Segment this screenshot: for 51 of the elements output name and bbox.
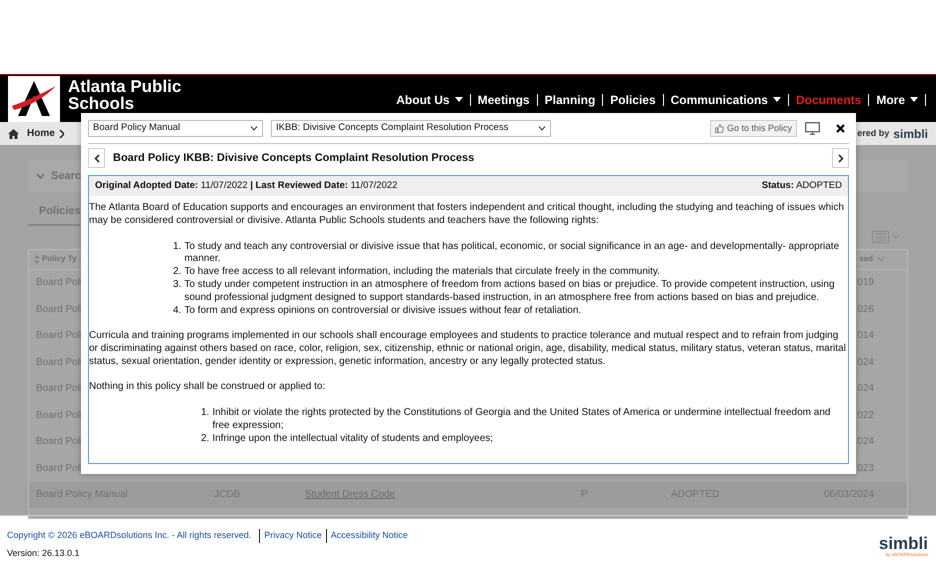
nav-link[interactable]: About Us [389, 94, 470, 106]
chevron-icon [36, 173, 45, 179]
nav-link[interactable]: Communications [662, 94, 788, 106]
nav-link[interactable]: Documents [788, 94, 868, 106]
paragraph: The Atlanta Board of Education supports and encourages an environment that fosters independent and critical thought, including the studying and teaching of issues which may be considered controversial or divisive. Atlanta Public Schools students and teachers have the following rights: [89, 202, 845, 228]
copyright-link[interactable]: Copyright © 2026 eBOARDsolutions Inc. - All rights reserved. [7, 529, 252, 542]
list-number: 1. [173, 240, 182, 254]
caret-icon [538, 126, 546, 131]
list-item: To have free access to all relevant information, including the materials that circulate freely in the community. [184, 266, 660, 280]
policy-title: Board Policy IKBB: Divisive Concepts Complaint Resolution Process [113, 150, 474, 166]
thumbs-up-icon [714, 124, 724, 133]
site-title: Schools [68, 95, 136, 112]
list-number: 2. [173, 266, 182, 280]
list-item: To study under competent instruction in an atmosphere of freedom from actions based on bias or prejudice. To provide competent instruction, using sound professional judgment designed to support standards-based instruction, in an atmosphere free from actions based on bias and prejudice. [184, 279, 836, 305]
nav-link[interactable]: Planning [536, 94, 602, 106]
powered-by-text: ered by [857, 126, 890, 140]
next-button[interactable] [832, 148, 849, 168]
list-item: Infringe upon the intellectual vitality of students and employees; [212, 432, 494, 446]
previous-button[interactable] [88, 148, 105, 168]
manual-select[interactable]: Board Policy Manual [88, 120, 263, 137]
dates-text: Original Adopted Date: 11/07/2022 | Last Reviewed Date: 11/07/2022 [95, 179, 398, 193]
close-icon[interactable] [836, 124, 845, 133]
site-title: Atlanta Public [68, 78, 182, 95]
nav-link[interactable]: Policies [602, 94, 663, 106]
footer-link[interactable]: Accessibility Notice [326, 529, 408, 542]
caret-icon [250, 126, 258, 131]
nav-link[interactable]: More [868, 94, 926, 106]
list-number: 3. [173, 279, 182, 292]
list-number: 2. [201, 432, 210, 446]
paragraph: Curricula and training programs implemented in our schools shall encourage employees and students to practice tolerance and mutual respect and to refrain from judging or discriminating against others based on race, color, religion, sex, citizenship, ethnic or national origin, age, disability, medical status, military status, veteran status, marital status, sexual orientation, gender identity or expression, genetic information, ancestry or any legally protected status. [89, 330, 847, 369]
caret-icon [877, 256, 885, 262]
home-icon [8, 128, 19, 138]
paragraph: Nothing in this policy shall be construed or applied to: [89, 381, 326, 394]
version-text: Version: 26.13.0.1 [7, 546, 81, 560]
chevron-left-icon [94, 154, 100, 162]
chevron-icon [58, 130, 64, 138]
brand-logo: simbli [893, 126, 928, 142]
search-label: Searc [51, 168, 81, 184]
chevron-right-icon [838, 154, 844, 162]
home-link[interactable]: Home [27, 126, 55, 141]
footer-link[interactable]: Privacy Notice [259, 529, 322, 542]
list-item: To study and teach any controversial or divisive issue that has political, economic, or social significance in an age- and developmentally- appropriate manner. [184, 240, 840, 266]
list-number: 1. [201, 407, 210, 420]
monitor-icon[interactable] [805, 122, 820, 135]
policy-select[interactable]: IKBB: Divisive Concepts Complaint Resolution Process [271, 120, 551, 137]
go-to-policy-button[interactable]: Go to this Policy [710, 120, 797, 137]
nav-link[interactable]: Meetings [470, 94, 537, 106]
list-item: Inhibit or violate the rights protected by the Constitutions of Georgia and the United States of America or undermine intellectual freedom and free expression; [212, 407, 832, 433]
list-item: To form and express opinions on controversial or divisive issues without fear of retaliation. [184, 304, 582, 318]
list-number: 4. [173, 304, 182, 318]
status-text: Status: ADOPTED [762, 179, 842, 193]
